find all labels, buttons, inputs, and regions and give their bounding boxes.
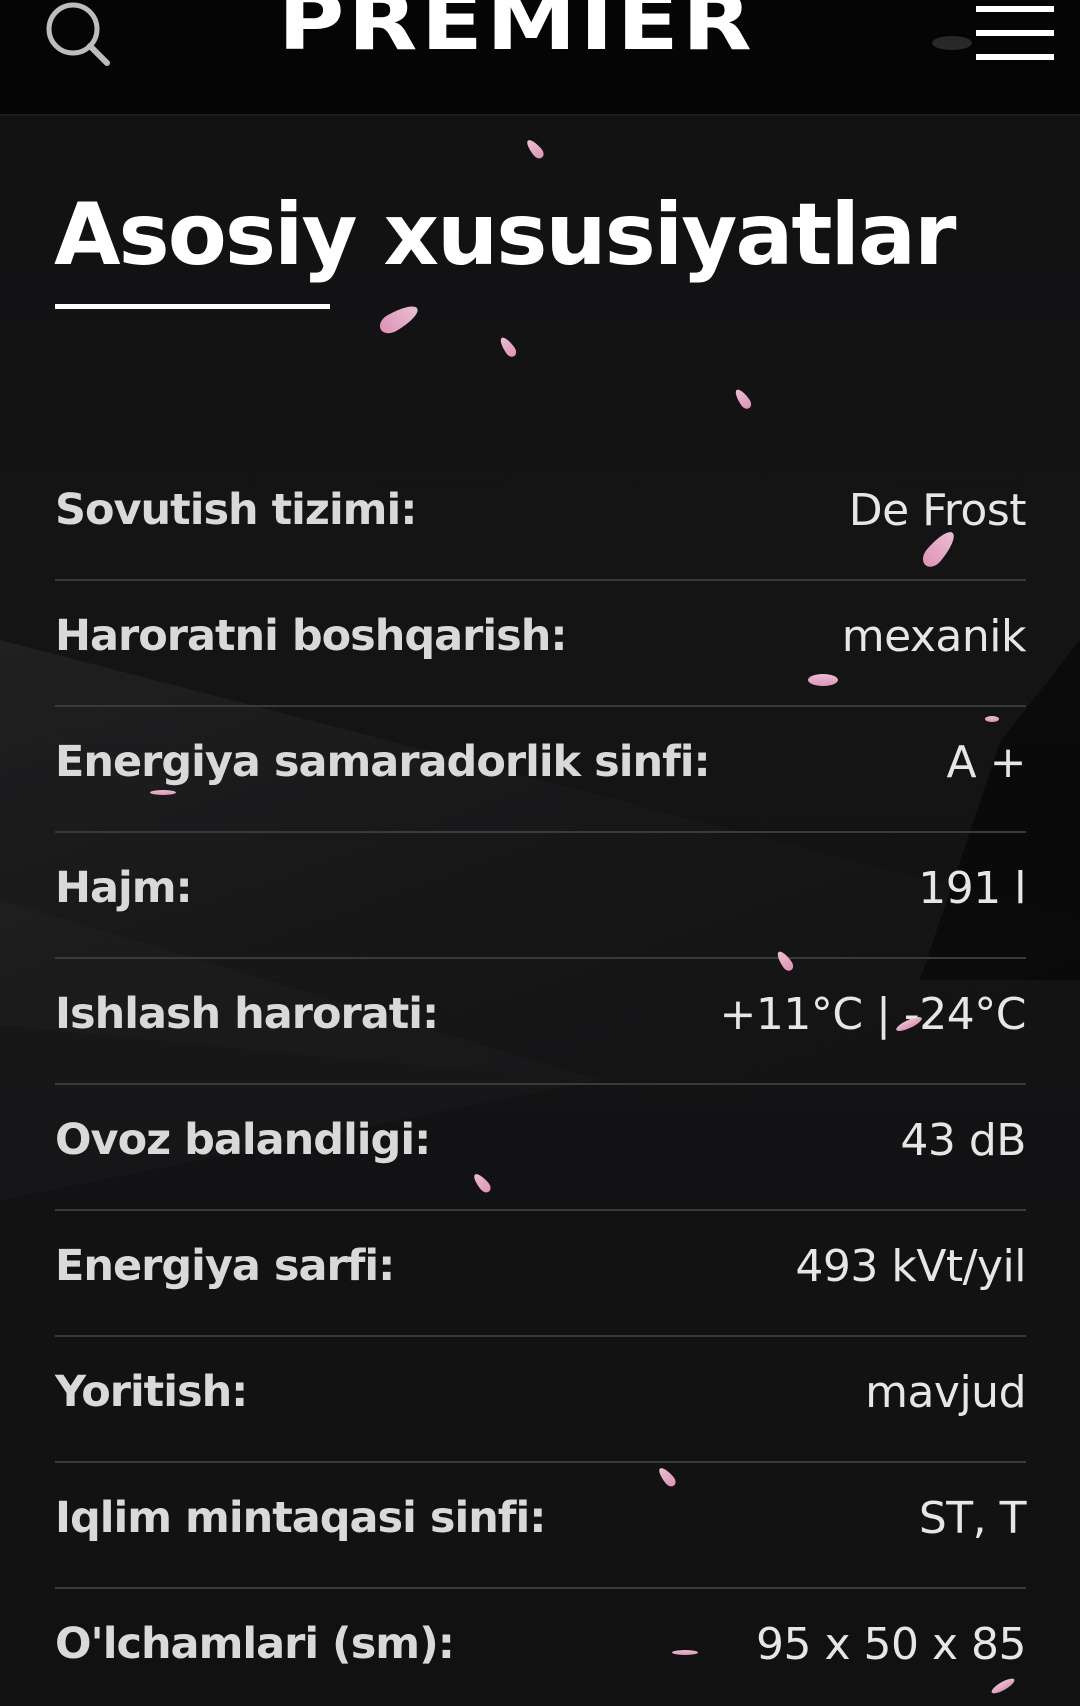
spec-value: +11°C | -24°C — [719, 989, 1027, 1040]
spec-label: Yoritish: — [55, 1367, 248, 1417]
brand-logo[interactable]: PREMIER — [278, 0, 755, 62]
spec-label: O'lchamlari (sm): — [55, 1619, 455, 1669]
spec-row: Iqlim mintaqasi sinfi: ST, T — [55, 1463, 1027, 1589]
spec-row: Haroratni boshqarish: mexanik — [55, 581, 1027, 707]
spec-row: Ovoz balandligi: 43 dB — [55, 1085, 1026, 1211]
spec-label: Sovutish tizimi: — [55, 485, 417, 535]
spec-label: Iqlim mintaqasi sinfi: — [55, 1493, 546, 1543]
petal-decoration — [497, 335, 519, 359]
spec-row: Ishlash harorati: +11°C | -24°C — [55, 959, 1027, 1085]
petal-decoration — [808, 674, 838, 686]
spec-value: De Frost — [848, 485, 1027, 536]
petal-decoration — [932, 36, 972, 50]
spec-value: A + — [946, 737, 1027, 788]
spec-value: 493 kVt/yil — [795, 1241, 1026, 1292]
petal-decoration — [672, 1650, 698, 1655]
section-title: Asosiy xususiyatlar — [54, 184, 956, 285]
petal-decoration — [376, 300, 422, 338]
petal-decoration — [985, 716, 999, 722]
spec-row: Energiya samaradorlik sinfi: A + — [55, 707, 1027, 833]
spec-row: Sovutish tizimi: De Frost — [55, 455, 1027, 581]
spec-row: Yoritish: mavjud — [55, 1337, 1026, 1463]
title-underline — [55, 304, 330, 309]
search-button[interactable] — [44, 0, 114, 70]
spec-label: Hajm: — [55, 863, 193, 913]
spec-row: O'lchamlari (sm): 95 x 50 x 85 — [55, 1589, 1027, 1706]
spec-value: 191 l — [918, 863, 1026, 914]
spec-label: Ishlash harorati: — [55, 989, 439, 1039]
spec-row: Hajm: 191 l — [55, 833, 1026, 959]
site-header: PREMIER — [0, 0, 1080, 116]
spec-row: Energiya sarfi: 493 kVt/yil — [55, 1211, 1026, 1337]
spec-label: Energiya sarfi: — [55, 1241, 395, 1291]
spec-value: mexanik — [841, 611, 1027, 662]
spec-value: 95 x 50 x 85 — [756, 1619, 1027, 1670]
spec-label: Energiya samaradorlik sinfi: — [55, 737, 711, 787]
hamburger-menu-icon — [976, 6, 1054, 12]
petal-decoration — [732, 387, 754, 411]
petal-decoration — [150, 790, 176, 795]
petal-decoration — [524, 137, 546, 161]
spec-value: mavjud — [865, 1367, 1026, 1418]
spec-page: PREMIER Asosiy xususiyatlar Sovutish tiz… — [0, 0, 1080, 1706]
hamburger-menu-icon — [976, 30, 1054, 36]
search-icon — [46, 2, 110, 66]
spec-list: Sovutish tizimi: De Frost Haroratni bosh… — [55, 455, 1027, 1706]
menu-button[interactable] — [976, 6, 1056, 62]
spec-value: 43 dB — [900, 1115, 1026, 1166]
hamburger-menu-icon — [976, 54, 1054, 60]
spec-label: Ovoz balandligi: — [55, 1115, 431, 1165]
spec-label: Haroratni boshqarish: — [55, 611, 568, 661]
spec-value: ST, T — [918, 1493, 1027, 1544]
